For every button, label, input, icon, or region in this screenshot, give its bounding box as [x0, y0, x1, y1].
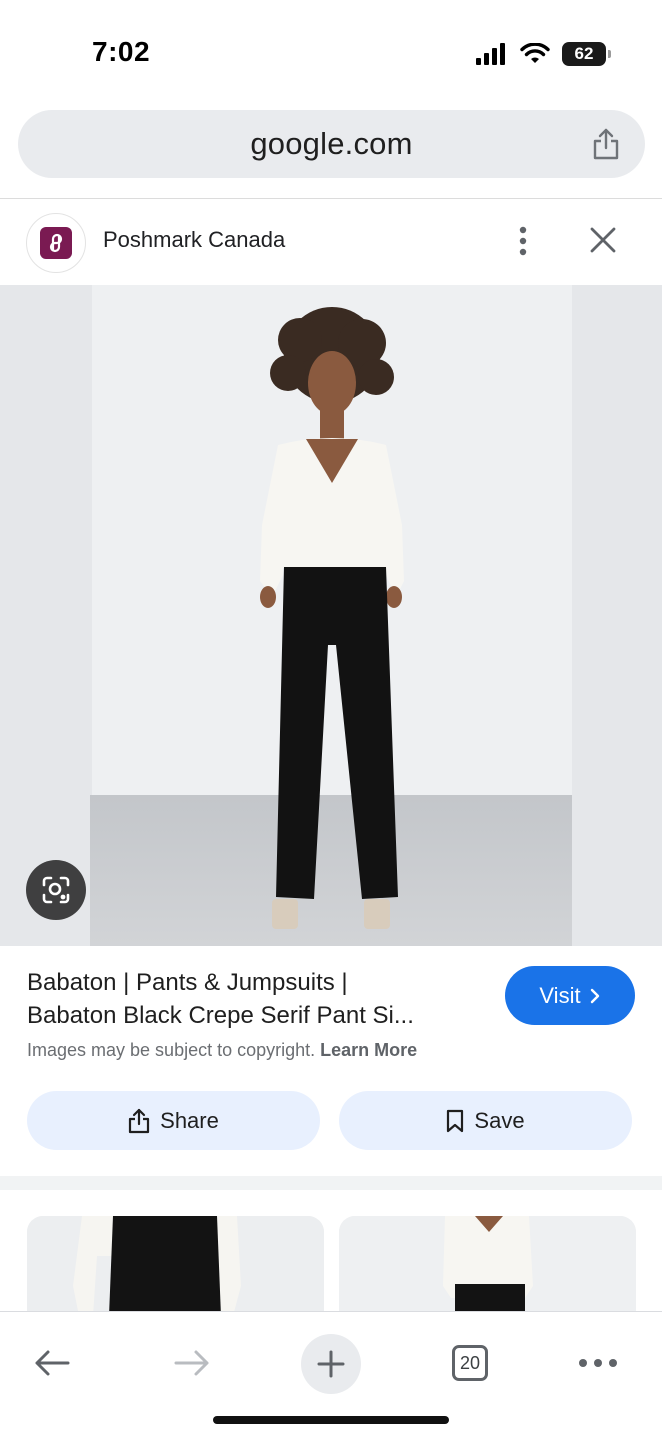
visit-button[interactable]: Visit: [505, 966, 635, 1025]
lens-search-button[interactable]: [26, 860, 86, 920]
more-vert-icon[interactable]: [515, 225, 531, 257]
forward-arrow-icon: [174, 1350, 209, 1376]
related-image-2[interactable]: [339, 1216, 636, 1316]
learn-more-link[interactable]: Learn More: [320, 1040, 417, 1060]
save-label: Save: [474, 1107, 525, 1133]
status-time: 7:02: [92, 36, 151, 67]
result-title-line2: Babaton Black Crepe Serif Pant Si...: [27, 1002, 414, 1029]
share-button[interactable]: Share: [27, 1091, 320, 1150]
forward-button[interactable]: [162, 1328, 222, 1398]
tabs-icon: 20: [452, 1345, 488, 1381]
source-name[interactable]: Poshmark Canada: [103, 227, 285, 253]
related-image-1[interactable]: [27, 1216, 324, 1316]
plus-icon: [317, 1350, 345, 1378]
signal-icon: [476, 43, 505, 65]
more-menu-button[interactable]: [568, 1328, 628, 1398]
battery-level: 62: [574, 44, 594, 63]
source-favicon[interactable]: [26, 213, 86, 273]
share-icon[interactable]: [591, 127, 621, 161]
chevron-right-icon: [590, 988, 599, 1003]
lens-icon: [42, 876, 70, 904]
visit-label: Visit: [539, 982, 581, 1008]
status-icons: 62: [476, 40, 611, 68]
new-tab-button[interactable]: [301, 1334, 361, 1394]
back-arrow-icon: [35, 1350, 70, 1376]
related-photo-1: [27, 1216, 324, 1316]
result-image[interactable]: [0, 285, 662, 946]
wifi-icon: [520, 43, 550, 63]
share-icon: [129, 1108, 150, 1133]
related-photo-2: [339, 1216, 636, 1316]
result-title[interactable]: Babaton | Pants & Jumpsuits | Babaton Bl…: [27, 966, 487, 1032]
section-divider: [0, 1176, 662, 1190]
address-bar[interactable]: google.com: [18, 110, 645, 178]
share-label: Share: [160, 1107, 219, 1133]
close-icon[interactable]: [588, 225, 618, 255]
result-title-line1: Babaton | Pants & Jumpsuits |: [27, 969, 348, 996]
tab-switcher-button[interactable]: 20: [440, 1328, 500, 1398]
source-row: Poshmark Canada: [0, 199, 662, 285]
poshmark-logo-icon: [40, 227, 72, 259]
tab-count: 20: [459, 1352, 481, 1373]
url-text: google.com: [250, 126, 413, 161]
more-horiz-icon: [579, 1359, 617, 1367]
back-button[interactable]: [22, 1328, 82, 1398]
home-indicator: [213, 1416, 449, 1424]
battery-icon: 62: [562, 42, 611, 66]
model-photo: [0, 285, 662, 946]
save-button[interactable]: Save: [339, 1091, 632, 1150]
copyright-notice: Images may be subject to copyright. Lear…: [27, 1040, 417, 1061]
bookmark-icon: [447, 1109, 464, 1132]
copyright-text: Images may be subject to copyright.: [27, 1040, 316, 1060]
